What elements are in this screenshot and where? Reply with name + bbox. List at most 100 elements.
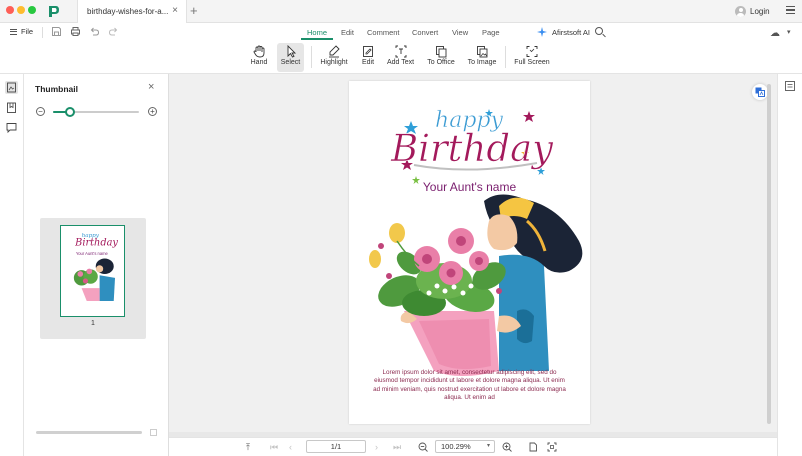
next-page-icon[interactable]: › <box>375 442 378 452</box>
save-icon[interactable] <box>51 26 62 37</box>
card-body-text[interactable]: Lorem ipsum dolor sit amet, consectetur … <box>371 369 568 403</box>
full-screen-tool-button[interactable]: Full Screen <box>513 43 551 72</box>
first-page-top-icon[interactable]: ⤒ <box>246 442 250 452</box>
translate-button[interactable] <box>752 84 768 100</box>
bookmark-icon <box>7 102 16 113</box>
file-menu-label: File <box>21 27 34 36</box>
add-text-tool-button[interactable]: Add Text <box>385 43 416 72</box>
print-icon[interactable] <box>70 26 81 37</box>
to-office-icon <box>436 46 447 58</box>
svg-text:Birthday: Birthday <box>74 238 118 249</box>
search-icon[interactable] <box>595 27 603 35</box>
left-sidebar-rail <box>0 74 24 456</box>
single-page-view-icon[interactable] <box>528 442 538 452</box>
thumbnail-icon <box>7 82 16 93</box>
fit-page-icon[interactable] <box>547 442 557 452</box>
highlight-tool-button[interactable]: Highlight <box>318 43 350 72</box>
tool-label: Edit <box>361 59 375 66</box>
highlighter-icon <box>329 45 340 58</box>
tab-edit[interactable]: Edit <box>341 28 354 37</box>
comment-panel-button[interactable] <box>5 121 18 134</box>
thumbnail-page-number: 1 <box>91 320 95 327</box>
zoom-out-icon[interactable]: − <box>36 107 45 116</box>
zoom-in-icon[interactable]: + <box>148 107 157 116</box>
right-sidebar-rail <box>777 74 802 456</box>
tab-convert[interactable]: Convert <box>412 28 438 37</box>
ai-assistant-button[interactable]: Afirstsoft AI <box>537 27 590 37</box>
tool-label: To Image <box>467 59 497 66</box>
login-button[interactable]: Login <box>735 5 770 18</box>
previous-page-icon[interactable]: ‹ <box>289 442 292 452</box>
panel-title: Thumbnail <box>35 84 78 94</box>
translate-icon <box>755 87 765 97</box>
tool-label: Hand <box>250 59 268 66</box>
page-thumbnail[interactable]: happy Birthday Your Aunt's name 1 <box>40 218 146 339</box>
tab-close-icon[interactable]: × <box>172 5 178 16</box>
zoom-level-value: 100.29% <box>441 442 471 451</box>
slider-handle[interactable] <box>65 107 76 117</box>
divider <box>311 46 312 68</box>
undo-icon[interactable] <box>89 26 100 37</box>
add-text-icon <box>395 45 406 58</box>
tab-title: birthday-wishes-for-a... <box>87 7 169 16</box>
close-window-button[interactable] <box>6 6 14 14</box>
scroll-corner <box>150 429 157 436</box>
document-canvas[interactable]: happy Birthday Your Aunt's name Lorem ip… <box>169 74 777 432</box>
main-menu-icon[interactable] <box>786 6 795 14</box>
zoom-in-icon[interactable] <box>502 442 512 452</box>
title-bar: birthday-wishes-for-a... × + Login <box>0 0 802 23</box>
active-tab-indicator <box>301 38 333 40</box>
tool-label: Add Text <box>386 59 415 66</box>
edit-tool-button[interactable]: Edit <box>358 43 378 72</box>
comment-icon <box>6 123 17 134</box>
thumbnail-panel-button[interactable] <box>5 81 18 94</box>
zoom-window-button[interactable] <box>28 6 36 14</box>
zoom-level-select[interactable]: 100.29% ▾ <box>435 440 495 453</box>
hand-tool-button[interactable]: Hand <box>247 43 271 72</box>
last-page-icon[interactable]: ⏭ <box>393 442 401 452</box>
tab-comment[interactable]: Comment <box>367 28 400 37</box>
first-page-icon[interactable]: ⏮ <box>270 442 278 452</box>
tool-label: Highlight <box>320 59 348 66</box>
select-tool-button[interactable]: Select <box>277 43 304 72</box>
close-icon[interactable]: × <box>148 81 154 93</box>
pdf-page[interactable]: happy Birthday Your Aunt's name Lorem ip… <box>349 81 590 424</box>
menu-bar: File Home Edit Comment Convert View Page… <box>0 23 802 42</box>
horizontal-scrollbar[interactable] <box>36 431 142 434</box>
sparkle-icon <box>537 27 547 37</box>
page-number-input[interactable]: 1/1 <box>306 440 366 453</box>
thumbnail-preview: happy Birthday Your Aunt's name <box>60 225 125 317</box>
tab-page[interactable]: Page <box>482 28 500 37</box>
cloud-upload-icon[interactable]: ☁ <box>770 28 780 39</box>
divider <box>42 27 43 38</box>
svg-text:Your Aunt's name: Your Aunt's name <box>76 251 109 256</box>
status-bar: ⤒ ⏮ ‹ 1/1 › ⏭ 100.29% ▾ <box>169 437 777 456</box>
tab-view[interactable]: View <box>452 28 468 37</box>
minimize-window-button[interactable] <box>17 6 25 14</box>
tab-home[interactable]: Home <box>307 28 327 37</box>
ai-assistant-label: Afirstsoft AI <box>552 27 590 37</box>
login-label: Login <box>750 7 770 16</box>
properties-panel-icon[interactable] <box>784 80 796 92</box>
file-menu-icon <box>10 28 17 35</box>
app-logo-icon <box>49 6 59 17</box>
recipient-name[interactable]: Your Aunt's name <box>349 180 590 194</box>
document-tab[interactable]: birthday-wishes-for-a... × <box>77 0 187 23</box>
full-screen-icon <box>526 46 538 57</box>
file-menu-button[interactable]: File <box>10 27 33 36</box>
tool-label: To Office <box>427 59 455 66</box>
bookmark-panel-button[interactable] <box>5 101 18 114</box>
zoom-out-icon[interactable] <box>418 442 428 452</box>
tool-label: Full Screen <box>514 59 550 66</box>
to-image-tool-button[interactable]: To Image <box>466 43 498 72</box>
thumbnail-size-slider[interactable] <box>53 107 139 117</box>
to-image-icon <box>477 46 488 58</box>
new-tab-plus-icon[interactable]: + <box>190 3 198 18</box>
edit-icon <box>363 46 373 57</box>
to-office-tool-button[interactable]: To Office <box>425 43 457 72</box>
chevron-down-icon[interactable]: ▾ <box>787 28 791 36</box>
tool-label: Select <box>280 59 301 66</box>
redo-icon[interactable] <box>108 26 119 37</box>
chevron-down-icon: ▾ <box>486 443 490 449</box>
vertical-scrollbar[interactable] <box>767 84 771 424</box>
